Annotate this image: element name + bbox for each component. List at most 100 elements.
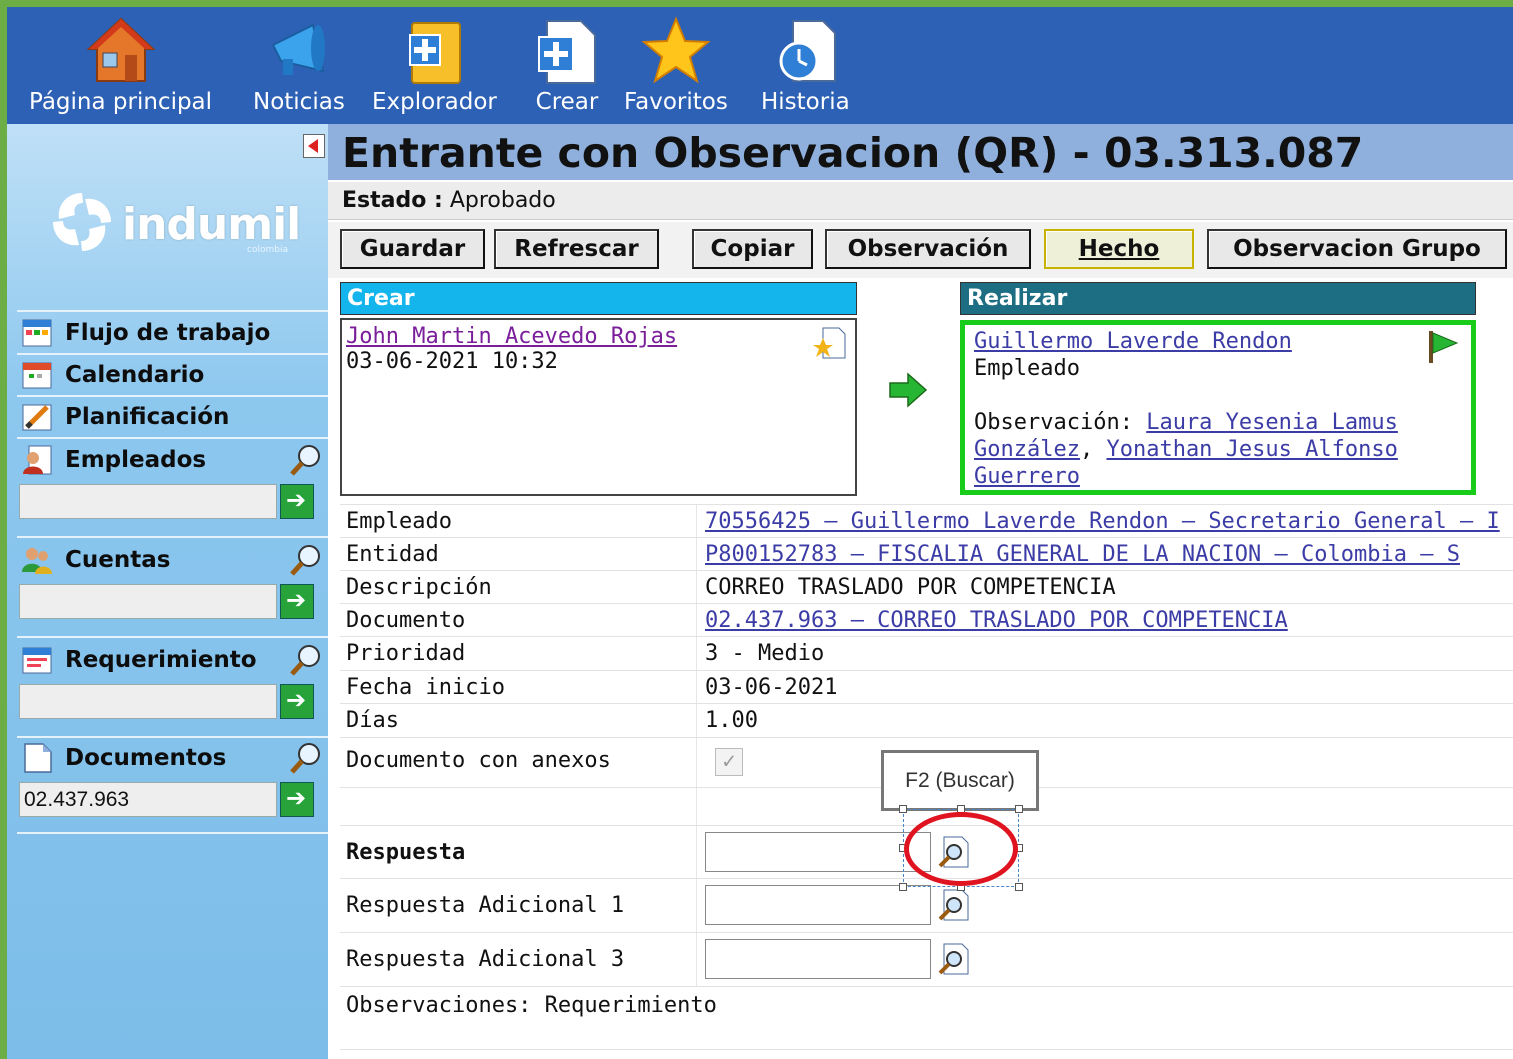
divider xyxy=(17,536,329,538)
home-icon xyxy=(85,17,156,82)
planning-icon xyxy=(22,404,52,431)
toolbar-explorer-label: Explorador xyxy=(372,89,497,115)
divider xyxy=(17,636,329,638)
field-row-respuesta-ad3: Respuesta Adicional 3 xyxy=(340,932,1513,986)
anexos-checkbox[interactable]: ✓ xyxy=(715,748,743,776)
selection-handle xyxy=(899,805,907,813)
field-row-dias: Días 1.00 xyxy=(340,703,1513,737)
field-row-prioridad: Prioridad 3 - Medio xyxy=(340,636,1513,670)
toolbar-history[interactable]: Historia xyxy=(761,15,850,115)
field-label: Fecha inicio xyxy=(346,675,505,700)
toolbar-create-label: Crear xyxy=(535,89,599,115)
logo-sub: colombia xyxy=(247,245,288,255)
obs-user2-link[interactable]: Yonathan Jesus Alfonso xyxy=(1106,437,1397,462)
toolbar-home[interactable]: Página principal xyxy=(29,15,212,115)
field-label: Días xyxy=(346,708,399,733)
star-icon xyxy=(641,16,711,84)
realizar-obs-label: Observación: xyxy=(974,410,1133,435)
field-label: Descripción xyxy=(346,575,492,600)
sidebar: indumil colombia Flujo de trabajo Calend… xyxy=(7,124,329,1059)
toolbar-history-label: Historia xyxy=(761,89,850,115)
search-icon[interactable] xyxy=(289,741,323,775)
respuesta-adicional-1-input[interactable] xyxy=(705,885,931,925)
lookup-search-icon[interactable] xyxy=(936,888,970,922)
divider xyxy=(17,310,329,312)
field-row-descripcion: Descripción CORREO TRASLADO POR COMPETEN… xyxy=(340,570,1513,603)
documents-go-button[interactable] xyxy=(280,782,314,817)
action-buttons: Guardar Refrescar Copiar Observación Hec… xyxy=(328,222,1513,278)
employees-input[interactable] xyxy=(19,484,277,519)
crear-heading: Crear xyxy=(340,282,857,315)
search-icon[interactable] xyxy=(289,643,323,677)
sidebar-section-accounts: Cuentas xyxy=(17,540,329,622)
search-icon[interactable] xyxy=(289,543,323,577)
field-label: Entidad xyxy=(346,542,439,567)
folder-add-icon xyxy=(409,22,462,84)
sidebar-item-planning[interactable]: Planificación xyxy=(17,397,329,437)
sidebar-section-label: Documentos xyxy=(65,745,227,771)
divider xyxy=(17,832,329,834)
accounts-input[interactable] xyxy=(19,584,277,619)
toolbar-news-label: Noticias xyxy=(253,89,345,115)
documents-input[interactable]: 02.437.963 xyxy=(19,782,277,817)
top-toolbar: Página principal Noticias Explorador Cre… xyxy=(7,7,1513,124)
new-document-star-icon[interactable] xyxy=(813,326,847,360)
lookup-search-icon[interactable] xyxy=(936,942,970,976)
accounts-go-button[interactable] xyxy=(280,584,314,619)
toolbar-explorer[interactable]: Explorador xyxy=(372,15,497,115)
crear-datetime: 03-06-2021 10:32 xyxy=(346,349,558,374)
title-bar: Entrante con Observacion (QR) - 03.313.0… xyxy=(328,124,1513,180)
requirement-go-button[interactable] xyxy=(280,684,314,719)
collapse-sidebar-button[interactable] xyxy=(303,134,325,158)
search-icon[interactable] xyxy=(289,443,323,477)
requirement-input[interactable] xyxy=(19,684,277,719)
descripcion-value: CORREO TRASLADO POR COMPETENCIA xyxy=(705,575,1116,600)
refrescar-button[interactable]: Refrescar xyxy=(494,229,659,269)
realizar-user-link[interactable]: Guillermo Laverde Rendon xyxy=(974,329,1292,354)
requirement-icon xyxy=(22,647,52,674)
toolbar-favorites[interactable]: Favoritos xyxy=(624,15,728,115)
status-label: Estado : xyxy=(342,188,443,213)
logo-word: indumil xyxy=(122,199,301,250)
field-row-empleado: Empleado 70556425 — Guillermo Laverde Re… xyxy=(340,504,1513,537)
obs-user1-link[interactable]: Laura Yesenia Lamus xyxy=(1146,410,1398,435)
obs-user2-link-cont[interactable]: Guerrero xyxy=(974,464,1080,489)
logo-mark-icon xyxy=(53,193,111,251)
flag-icon[interactable] xyxy=(1425,329,1459,365)
copiar-button[interactable]: Copiar xyxy=(692,229,813,269)
accounts-icon xyxy=(22,548,52,574)
toolbar-create[interactable]: Crear xyxy=(531,15,603,115)
sidebar-item-workflow[interactable]: Flujo de trabajo xyxy=(17,313,329,353)
employees-go-button[interactable] xyxy=(280,484,314,519)
selection-handle xyxy=(899,883,907,891)
observacion-button[interactable]: Observación xyxy=(825,229,1031,269)
sidebar-section-documents: Documentos 02.437.963 xyxy=(17,738,329,820)
field-label: Empleado xyxy=(346,509,452,534)
documento-link[interactable]: 02.437.963 — CORREO TRASLADO POR COMPETE… xyxy=(705,608,1288,633)
realizar-panel: Guillermo Laverde Rendon Empleado Observ… xyxy=(960,320,1476,495)
field-label: Respuesta Adicional 3 xyxy=(346,947,625,972)
respuesta-adicional-3-input[interactable] xyxy=(705,939,931,979)
field-label: Respuesta Adicional 1 xyxy=(346,893,625,918)
field-label: Respuesta xyxy=(346,840,466,865)
toolbar-news[interactable]: Noticias xyxy=(253,15,345,115)
page-title: Entrante con Observacion (QR) - 03.313.0… xyxy=(342,129,1364,177)
sidebar-section-label: Empleados xyxy=(65,447,207,473)
highlight-ring xyxy=(904,812,1018,886)
empleado-link[interactable]: 70556425 — Guillermo Laverde Rendon — Se… xyxy=(705,509,1500,534)
hecho-button[interactable]: Hecho xyxy=(1044,229,1194,269)
observacion-grupo-button[interactable]: Observacion Grupo xyxy=(1207,229,1507,269)
workflow-icon xyxy=(22,319,52,347)
toolbar-home-label: Página principal xyxy=(29,89,213,115)
entidad-link[interactable]: P800152783 — FISCALIA GENERAL DE LA NACI… xyxy=(705,542,1460,567)
obs-separator: , xyxy=(1079,437,1094,462)
sidebar-item-calendar[interactable]: Calendario xyxy=(17,355,329,395)
prioridad-value: 3 - Medio xyxy=(705,641,825,666)
sidebar-item-label: Calendario xyxy=(65,362,205,388)
respuesta-input[interactable] xyxy=(705,832,931,872)
dias-value: 1.00 xyxy=(705,708,758,733)
obs-user1-link-cont[interactable]: González xyxy=(974,437,1080,462)
crear-user-link[interactable]: John Martin Acevedo Rojas xyxy=(346,324,677,349)
guardar-button[interactable]: Guardar xyxy=(340,229,485,269)
sidebar-section-requirement: Requerimiento xyxy=(17,640,329,722)
